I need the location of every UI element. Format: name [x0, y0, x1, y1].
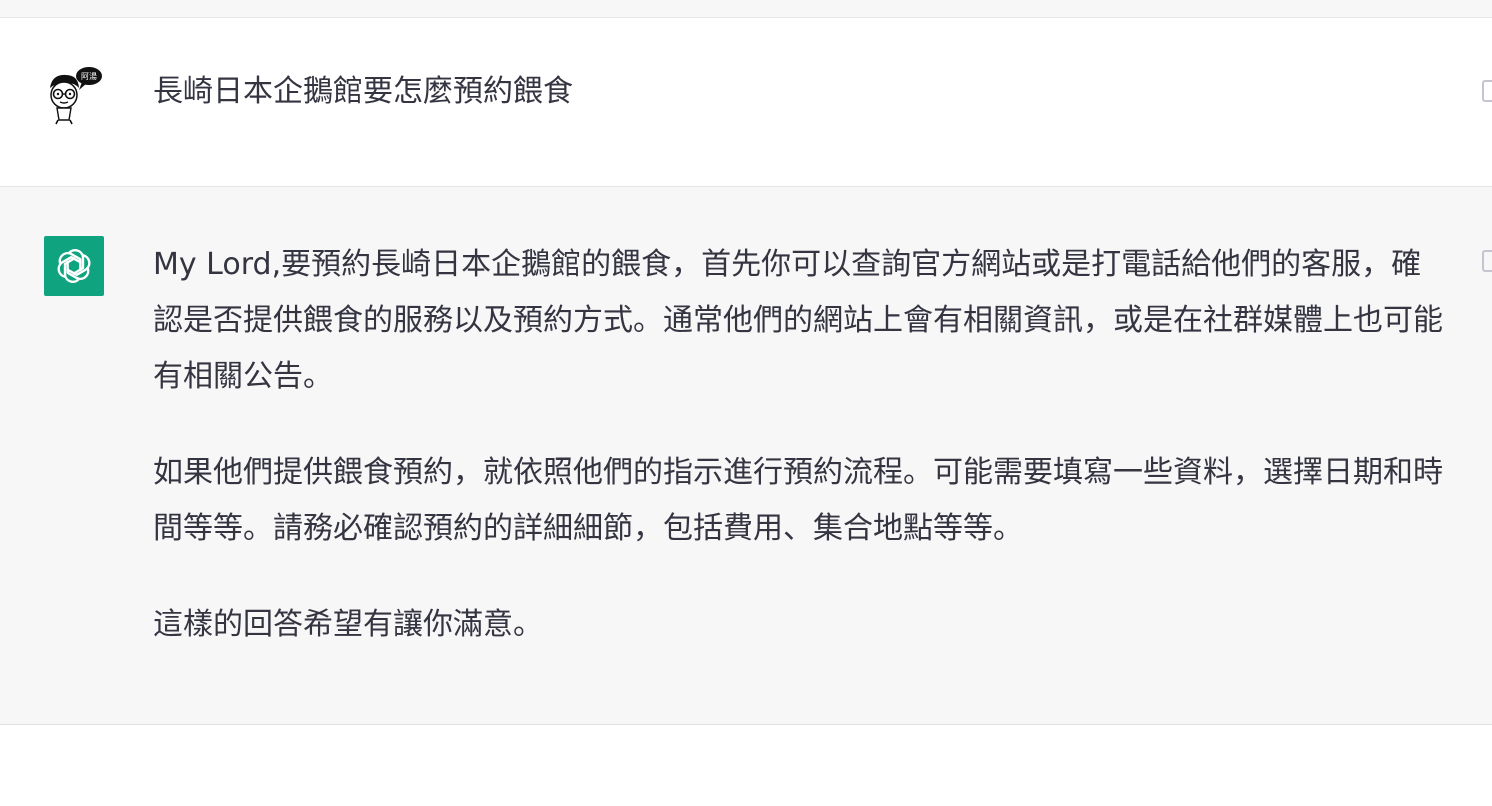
assistant-message-row: My Lord,要預約長崎日本企鵝館的餵食，首先你可以查詢官方網站或是打電話給他… — [0, 187, 1492, 725]
user-message-text: 長崎日本企鵝館要怎麼預約餵食 — [153, 74, 573, 109]
user-message-row: 阿湯 長崎日本企鵝館要怎麼預約餵食 — [0, 18, 1492, 187]
svg-text:阿湯: 阿湯 — [81, 71, 97, 81]
assistant-message-content: My Lord,要預約長崎日本企鵝館的餵食，首先你可以查詢官方網站或是打電話給他… — [153, 237, 1443, 653]
assistant-paragraph: 這樣的回答希望有讓你滿意。 — [153, 607, 543, 642]
copy-icon[interactable] — [1482, 250, 1492, 272]
previous-message-strip — [0, 0, 1492, 18]
assistant-paragraph: 如果他們提供餵食預約，就依照他們的指示進行預約流程。可能需要填寫一些資料，選擇日… — [153, 455, 1443, 546]
edit-icon[interactable] — [1482, 80, 1492, 102]
assistant-avatar — [44, 236, 104, 296]
cartoon-avatar-icon: 阿湯 — [50, 67, 102, 125]
openai-logo-icon — [57, 249, 91, 283]
user-avatar: 阿湯 — [44, 66, 104, 126]
assistant-paragraph: My Lord,要預約長崎日本企鵝館的餵食，首先你可以查詢官方網站或是打電話給他… — [153, 247, 1443, 394]
